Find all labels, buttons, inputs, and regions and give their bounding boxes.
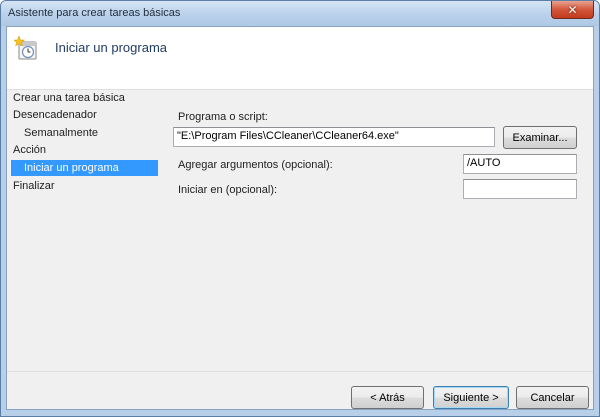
next-button[interactable]: Siguiente > bbox=[433, 386, 509, 409]
start-in-input[interactable] bbox=[463, 179, 577, 199]
page-title: Iniciar un programa bbox=[55, 40, 167, 55]
arguments-label: Agregar argumentos (opcional): bbox=[178, 159, 333, 171]
nav-step-finish[interactable]: Finalizar bbox=[13, 178, 55, 194]
nav-step-weekly[interactable]: Semanalmente bbox=[24, 125, 98, 141]
nav-step-action[interactable]: Acción bbox=[13, 142, 46, 158]
start-in-label: Iniciar en (opcional): bbox=[178, 184, 278, 196]
back-button[interactable]: < Atrás bbox=[351, 386, 424, 409]
title-bar[interactable]: Asistente para crear tareas básicas ✕ bbox=[1, 1, 599, 26]
arguments-input[interactable]: /AUTO bbox=[463, 154, 577, 174]
nav-step-label: Desencadenador bbox=[13, 109, 97, 121]
close-icon: ✕ bbox=[567, 2, 578, 17]
nav-step-label: Semanalmente bbox=[24, 127, 98, 139]
nav-step-create-task[interactable]: Crear una tarea básica bbox=[13, 90, 125, 106]
wizard-body: Iniciar un programa Crear una tarea bási… bbox=[6, 26, 594, 410]
program-label: Programa o script: bbox=[178, 111, 268, 123]
browse-button[interactable]: Examinar... bbox=[503, 126, 577, 149]
window-title: Asistente para crear tareas básicas bbox=[8, 7, 181, 19]
wizard-header: Iniciar un programa bbox=[7, 27, 593, 90]
nav-step-label: Crear una tarea básica bbox=[13, 92, 125, 104]
nav-step-label: Iniciar un programa bbox=[24, 162, 119, 174]
cancel-button[interactable]: Cancelar bbox=[516, 386, 589, 409]
footer-divider bbox=[7, 371, 593, 372]
program-input[interactable]: "E:\Program Files\CCleaner\CCleaner64.ex… bbox=[173, 127, 495, 147]
nav-step-label: Acción bbox=[13, 144, 47, 156]
nav-step-trigger[interactable]: Desencadenador bbox=[13, 107, 97, 123]
close-button[interactable]: ✕ bbox=[551, 1, 594, 19]
nav-step-label: Finalizar bbox=[13, 180, 55, 192]
wizard-steps-nav: Crear una tarea básica Desencadenador Se… bbox=[7, 90, 167, 390]
nav-step-start-program[interactable]: Iniciar un programa bbox=[11, 160, 158, 176]
wizard-window: Asistente para crear tareas básicas ✕ In… bbox=[0, 0, 600, 417]
task-scheduler-icon bbox=[14, 35, 37, 60]
